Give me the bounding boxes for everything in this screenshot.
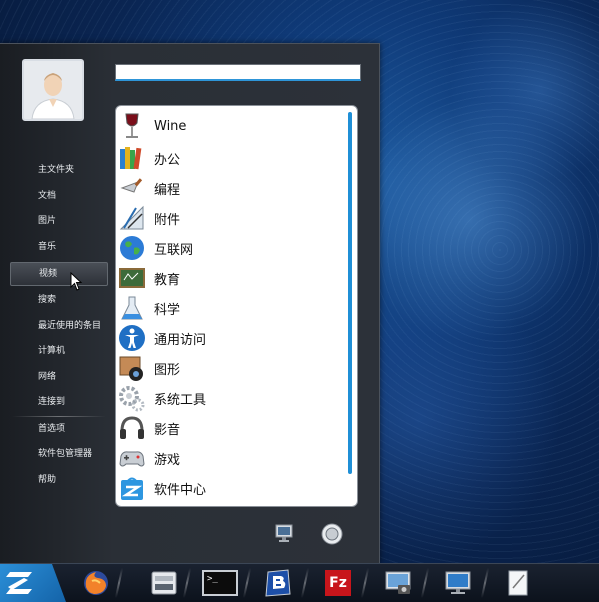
programming-trowel-icon <box>118 174 146 202</box>
science-flask-icon <box>118 294 146 322</box>
place-home-folder[interactable]: 主文件夹 <box>10 158 108 184</box>
taskbar-display-settings[interactable] <box>432 564 484 602</box>
place-videos[interactable]: 视频 <box>10 262 108 286</box>
filezilla-label: Fz <box>329 575 347 591</box>
app-category-multimedia[interactable]: 影音 <box>116 413 346 443</box>
taskbar-text-editor[interactable] <box>492 564 544 602</box>
file-manager-icon <box>151 571 177 595</box>
app-label: 影音 <box>154 422 181 438</box>
place-documents[interactable]: 文档 <box>10 184 108 210</box>
app-category-universal-access[interactable]: 通用访问 <box>116 323 346 353</box>
filezilla-icon: Fz <box>325 570 351 596</box>
place-computer[interactable]: 计算机 <box>10 339 108 365</box>
multimedia-headphones-icon <box>118 414 146 442</box>
system-tools-gears-icon <box>118 384 146 412</box>
mouse-cursor-icon <box>70 272 83 291</box>
app-label: 图形 <box>154 362 181 378</box>
software-center-icon <box>118 474 146 502</box>
education-chalkboard-icon <box>118 264 146 292</box>
games-controller-icon <box>118 444 146 472</box>
user-avatar[interactable] <box>22 59 84 121</box>
app-label: 游戏 <box>154 452 181 468</box>
terminal-prompt: >_ <box>207 574 218 584</box>
place-network[interactable]: 网络 <box>10 365 108 391</box>
app-category-system-tools[interactable]: 系统工具 <box>116 383 346 413</box>
accessibility-icon <box>118 324 146 352</box>
app-category-accessories[interactable]: 附件 <box>116 203 346 233</box>
applications-list: Wine 办公 编程 附件 互联网 教育 科学 通用访问 图形 系统工具 影音 … <box>115 105 358 507</box>
terminal-icon: >_ <box>202 570 238 596</box>
place-connect-to[interactable]: 连接到 <box>10 390 108 416</box>
power-icon <box>321 523 343 545</box>
place-pictures[interactable]: 图片 <box>10 209 108 235</box>
app-label: 教育 <box>154 272 181 288</box>
power-button[interactable] <box>320 522 343 545</box>
app-label: 编程 <box>154 182 181 198</box>
office-books-icon <box>118 144 146 172</box>
monitor-lock-icon <box>275 524 293 542</box>
display-settings-icon <box>445 571 471 594</box>
app-label: 办公 <box>154 152 181 168</box>
place-preferences[interactable]: 首选项 <box>10 417 108 443</box>
app-category-education[interactable]: 教育 <box>116 263 346 293</box>
place-package-manager[interactable]: 软件包管理器 <box>10 442 108 468</box>
app-label: 科学 <box>154 302 181 318</box>
app-category-wine[interactable]: Wine <box>116 111 346 141</box>
firefox-icon <box>84 571 108 595</box>
app-label: Wine <box>154 118 187 134</box>
app-category-internet[interactable]: 互联网 <box>116 233 346 263</box>
app-category-software-center[interactable]: 软件中心 <box>116 473 346 503</box>
places-list: 主文件夹 文档 图片 音乐 视频 搜索 最近使用的条目 计算机 网络 连接到 首… <box>10 158 108 493</box>
search-input[interactable] <box>115 64 361 81</box>
app-label: 通用访问 <box>154 332 207 348</box>
wine-glass-icon <box>118 112 146 140</box>
start-menu-button[interactable] <box>0 564 66 602</box>
internet-globe-icon <box>118 234 146 262</box>
taskbar-bluefish[interactable] <box>252 564 304 602</box>
taskbar-terminal[interactable]: >_ <box>194 564 246 602</box>
taskbar-screenshot[interactable] <box>372 564 424 602</box>
user-silhouette-icon <box>24 61 82 119</box>
app-label: 系统工具 <box>154 392 207 408</box>
place-music[interactable]: 音乐 <box>10 235 108 261</box>
place-recent-items[interactable]: 最近使用的条目 <box>10 314 108 340</box>
apps-scrollbar[interactable] <box>348 112 352 474</box>
app-label: 互联网 <box>154 242 194 258</box>
app-label: 附件 <box>154 212 181 228</box>
graphics-icon <box>118 354 146 382</box>
app-category-office[interactable]: 办公 <box>116 143 346 173</box>
text-editor-icon <box>508 570 528 596</box>
app-category-programming[interactable]: 编程 <box>116 173 346 203</box>
bluefish-editor-icon <box>265 569 291 597</box>
app-category-graphics[interactable]: 图形 <box>116 353 346 383</box>
accessories-drafting-icon <box>118 204 146 232</box>
zorin-logo-icon <box>6 572 32 594</box>
screenshot-icon <box>385 571 411 594</box>
taskbar: >_ Fz <box>0 563 599 602</box>
app-label: 软件中心 <box>154 482 207 498</box>
app-category-science[interactable]: 科学 <box>116 293 346 323</box>
start-menu: 主文件夹 文档 图片 音乐 视频 搜索 最近使用的条目 计算机 网络 连接到 首… <box>0 43 380 564</box>
place-help[interactable]: 帮助 <box>10 468 108 494</box>
place-search[interactable]: 搜索 <box>10 288 108 314</box>
taskbar-filezilla[interactable]: Fz <box>312 564 364 602</box>
lock-screen-button[interactable] <box>273 522 295 544</box>
app-category-games[interactable]: 游戏 <box>116 443 346 473</box>
